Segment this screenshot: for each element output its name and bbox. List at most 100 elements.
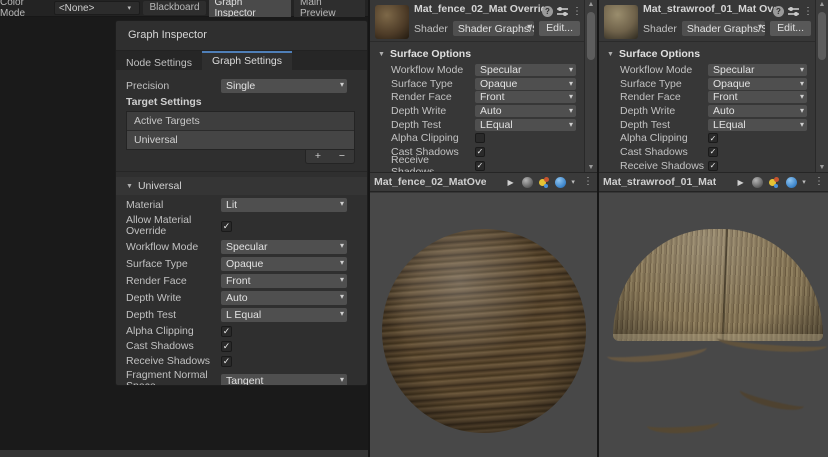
chevron-down-icon: ▾ — [569, 79, 573, 88]
render-face-dropdown[interactable]: Front ▾ — [221, 274, 347, 288]
surface-options-foldout[interactable]: ▼ Surface Options — [599, 42, 815, 63]
setting-value: Auto — [713, 105, 735, 117]
edit-shader-button[interactable]: Edit... — [770, 21, 811, 36]
kebab-menu-icon[interactable]: ⋮ — [583, 177, 593, 187]
setting-value: L Equal — [226, 309, 261, 321]
depth-write-dropdown[interactable]: Auto ▾ — [475, 105, 576, 117]
material-preview-area[interactable] — [599, 193, 828, 457]
setting-label: Workflow Mode — [126, 242, 221, 253]
surface-options-foldout[interactable]: ▼ Surface Options — [370, 42, 584, 63]
preview-title: Mat_fence_02_MatOverride — [374, 176, 486, 188]
cast-shadows-checkbox[interactable]: ✓ — [221, 341, 232, 352]
target-item-universal[interactable]: Universal — [127, 131, 354, 149]
setting-label: Depth Write — [391, 105, 475, 117]
so-row-surface-type: Surface Type Opaque ▾ — [620, 77, 815, 91]
dome-seam — [722, 229, 728, 341]
render-face-dropdown[interactable]: Front ▾ — [475, 91, 576, 103]
check-icon: ✓ — [223, 342, 231, 351]
chevron-down-icon[interactable]: ▾ — [802, 178, 809, 186]
shader-dropdown[interactable]: Shader Graphs/Standard_ ▾ — [682, 21, 765, 36]
color-channels-icon[interactable] — [768, 177, 780, 188]
preview-header-bar[interactable]: Mat_strawroof_01_MatOve ▶ ▾ ⋮ — [599, 172, 828, 192]
depth-test-dropdown[interactable]: L Equal ▾ — [221, 308, 347, 322]
so-row-surface-type: Surface Type Opaque ▾ — [391, 77, 584, 91]
color-mode-value: <None> — [59, 3, 95, 14]
scroll-up-icon[interactable]: ▲ — [816, 1, 828, 8]
setting-label: Surface Type — [620, 78, 708, 90]
so-row-workflow-mode: Workflow Mode Specular ▾ — [620, 63, 815, 77]
scroll-down-icon[interactable]: ▼ — [585, 164, 597, 171]
setting-value: LEqual — [480, 119, 513, 131]
preview-shape-icon[interactable] — [752, 177, 764, 188]
remove-target-button[interactable]: − — [330, 150, 354, 163]
chevron-down-icon[interactable]: ▾ — [571, 178, 578, 186]
presets-icon[interactable] — [788, 6, 799, 17]
preview-title: Mat_strawroof_01_MatOve — [603, 176, 716, 188]
shader-dropdown[interactable]: Shader Graphs/Standard_M ▾ — [453, 21, 534, 36]
so-row-receive-shadows: Receive Shadows ✓ — [620, 159, 815, 172]
workflow-mode-dropdown[interactable]: Specular ▾ — [221, 240, 347, 254]
universal-foldout[interactable]: ▼ Universal — [116, 177, 367, 195]
environment-icon[interactable] — [785, 177, 797, 188]
material-title: Mat_strawroof_01_Mat Override (M — [643, 3, 775, 17]
play-icon[interactable]: ▶ — [735, 178, 747, 187]
play-icon[interactable]: ▶ — [505, 178, 517, 187]
scrollbar-thumb[interactable] — [587, 12, 595, 60]
surface-type-dropdown[interactable]: Opaque ▾ — [221, 257, 347, 271]
cast-shadows-checkbox[interactable]: ✓ — [475, 147, 485, 157]
shader-value: Shader Graphs/Standard_ — [687, 23, 765, 35]
universal-foldout-label: Universal — [138, 180, 182, 192]
environment-icon[interactable] — [555, 177, 567, 188]
cast-shadows-checkbox[interactable]: ✓ — [708, 147, 718, 157]
preview-header-bar[interactable]: Mat_fence_02_MatOverride ▶ ▾ ⋮ — [370, 172, 597, 192]
depth-test-dropdown[interactable]: LEqual ▾ — [708, 119, 807, 131]
presets-icon[interactable] — [557, 6, 568, 17]
setting-value: Specular — [480, 64, 521, 76]
chevron-down-icon: ▾ — [127, 4, 135, 12]
receive-shadows-checkbox[interactable]: ✓ — [708, 161, 718, 171]
material-dropdown[interactable]: Lit ▾ — [221, 198, 347, 212]
receive-shadows-checkbox[interactable]: ✓ — [221, 356, 232, 367]
color-channels-icon[interactable] — [538, 177, 550, 188]
preview-shape-icon[interactable] — [521, 177, 533, 188]
receive-shadows-checkbox[interactable]: ✓ — [475, 161, 485, 171]
kebab-menu-icon[interactable]: ⋮ — [803, 7, 813, 17]
alpha-clipping-checkbox[interactable]: ✓ — [708, 133, 718, 143]
precision-dropdown[interactable]: Single ▾ — [221, 79, 347, 93]
scroll-up-icon[interactable]: ▲ — [585, 1, 597, 8]
surface-type-dropdown[interactable]: Opaque ▾ — [475, 78, 576, 90]
inspector-tabs: Node Settings Graph Settings — [116, 50, 367, 70]
setting-label: Surface Type — [391, 78, 475, 90]
surface-type-dropdown[interactable]: Opaque ▾ — [708, 78, 807, 90]
scrollbar-thumb[interactable] — [818, 12, 826, 60]
tab-graph-settings[interactable]: Graph Settings — [202, 51, 292, 70]
depth-write-dropdown[interactable]: Auto ▾ — [221, 291, 347, 305]
scroll-down-icon[interactable]: ▼ — [816, 164, 828, 171]
tab-node-settings[interactable]: Node Settings — [116, 51, 202, 70]
fragment-normal-space-dropdown[interactable]: Tangent ▾ — [221, 374, 347, 386]
help-icon[interactable]: ? — [773, 6, 784, 17]
scrollbar[interactable]: ▲ ▼ — [584, 0, 597, 172]
kebab-menu-icon[interactable]: ⋮ — [572, 7, 582, 17]
depth-test-dropdown[interactable]: LEqual ▾ — [475, 119, 576, 131]
scrollbar[interactable]: ▲ ▼ — [815, 0, 828, 172]
setting-label: Material — [126, 200, 221, 211]
alpha-clipping-checkbox[interactable] — [475, 133, 485, 143]
blackboard-toggle-button[interactable]: Blackboard — [143, 1, 205, 15]
allow-material-override-checkbox[interactable]: ✓ — [221, 221, 232, 232]
edit-shader-button[interactable]: Edit... — [539, 21, 580, 36]
alpha-clipping-checkbox[interactable]: ✓ — [221, 326, 232, 337]
setting-label: Alpha Clipping — [391, 132, 475, 144]
add-target-button[interactable]: + — [306, 150, 330, 163]
list-footer: + − — [126, 150, 355, 164]
material-preview-area[interactable] — [370, 193, 597, 457]
color-mode-dropdown[interactable]: <None> ▾ — [54, 1, 141, 15]
depth-write-dropdown[interactable]: Auto ▾ — [708, 105, 807, 117]
workflow-mode-dropdown[interactable]: Specular ▾ — [475, 64, 576, 76]
render-face-dropdown[interactable]: Front ▾ — [708, 91, 807, 103]
workflow-mode-dropdown[interactable]: Specular ▾ — [708, 64, 807, 76]
help-icon[interactable]: ? — [542, 6, 553, 17]
kebab-menu-icon[interactable]: ⋮ — [814, 177, 824, 187]
chevron-down-icon: ▾ — [340, 375, 344, 384]
setting-label: Depth Test — [391, 119, 475, 131]
